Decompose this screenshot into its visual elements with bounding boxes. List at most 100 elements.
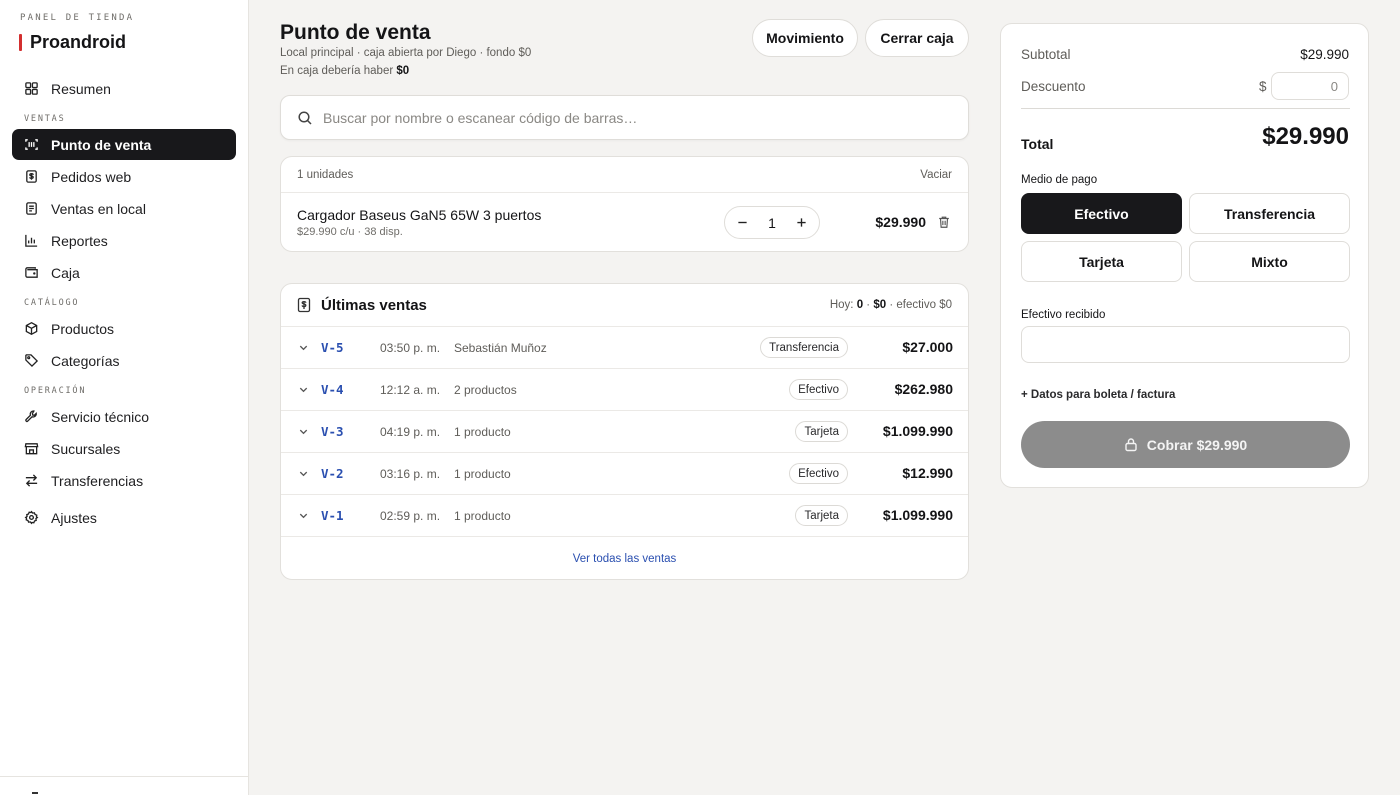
billing-details-link[interactable]: + Datos para boleta / factura — [1021, 389, 1175, 401]
checkout-summary: Subtotal $29.990 Descuento $ Total $29.9… — [1000, 23, 1369, 488]
sidebar-item-label: Categorías — [51, 352, 120, 369]
receipt-icon — [297, 297, 311, 313]
sidebar-item-label: Servicio técnico — [51, 408, 150, 425]
sidebar-item-ventas-en-local[interactable]: Ventas en local — [12, 193, 236, 224]
charge-button[interactable]: Cobrar $29.990 — [1021, 421, 1350, 468]
sale-description: 2 productos — [454, 383, 517, 397]
sale-description: 1 producto — [454, 467, 511, 481]
sale-amount: $262.980 — [894, 381, 953, 397]
sidebar-footer — [0, 776, 248, 795]
sidebar-item-ajustes[interactable]: Ajustes — [12, 502, 236, 533]
sidebar-item-label: Ajustes — [51, 509, 97, 526]
chevron-down-icon — [299, 345, 308, 351]
sidebar-item-resumen[interactable]: Resumen — [12, 73, 236, 104]
close-register-button[interactable]: Cerrar caja — [865, 19, 969, 57]
sale-row[interactable]: V-1 02:59 p. m. 1 producto Tarjeta $1.09… — [281, 495, 968, 537]
nav-section-operacion: OPERACIÓN — [24, 386, 87, 396]
sale-row[interactable]: V-4 12:12 a. m. 2 productos Efectivo $26… — [281, 369, 968, 411]
plus-icon — [797, 218, 807, 227]
recent-sales-card: Últimas ventas Hoy: 0 · $0 · efectivo $0… — [280, 283, 969, 580]
sidebar-item-pedidos-web[interactable]: Pedidos web — [12, 161, 236, 192]
sale-id: V-5 — [321, 340, 344, 355]
total-label: Total — [1021, 136, 1054, 152]
nav-section-ventas: VENTAS — [24, 114, 66, 124]
today-count: 0 — [856, 299, 864, 311]
brand-kicker: PANEL DE TIENDA — [20, 13, 135, 23]
today-stats-prefix: Hoy: — [829, 299, 854, 311]
sidebar-item-label: Caja — [51, 264, 80, 281]
today-stats: Hoy: 0 · $0 · efectivo $0 — [829, 299, 952, 311]
sale-description: Sebastián Muñoz — [454, 341, 547, 355]
subtotal-label: Subtotal — [1021, 47, 1071, 62]
nav-section-catalogo: CATÁLOGO — [24, 298, 80, 308]
payment-method-badge: Tarjeta — [795, 505, 848, 526]
store-icon — [24, 443, 39, 455]
wallet-icon — [25, 267, 38, 278]
cart-item-name: Cargador Baseus GaN5 65W 3 puertos — [297, 207, 542, 223]
sale-row[interactable]: V-3 04:19 p. m. 1 producto Tarjeta $1.09… — [281, 411, 968, 453]
sidebar-item-servicio-tecnico[interactable]: Servicio técnico — [12, 401, 236, 432]
sidebar-item-caja[interactable]: Caja — [12, 257, 236, 288]
sale-time: 03:50 p. m. — [380, 341, 441, 355]
view-all-sales-link[interactable]: Ver todas las ventas — [281, 537, 968, 581]
today-amount: $0 — [873, 299, 887, 311]
brand-name: Proandroid — [30, 32, 127, 52]
quantity-value[interactable]: 1 — [768, 215, 776, 231]
bar-chart-icon — [25, 234, 38, 247]
sidebar-item-label: Sucursales — [51, 440, 121, 457]
sale-amount: $27.000 — [902, 339, 953, 355]
chevron-down-icon — [299, 513, 308, 519]
sale-description: 1 producto — [454, 509, 511, 523]
sidebar-item-label: Punto de venta — [51, 136, 152, 153]
cart-item-meta: $29.990 c/u · 38 disp. — [297, 226, 403, 238]
sale-time: 12:12 a. m. — [380, 383, 441, 397]
brand-accent-bar — [19, 34, 22, 51]
sale-amount: $1.099.990 — [882, 507, 953, 523]
payment-cash-button[interactable]: Efectivo — [1021, 193, 1182, 234]
sale-time: 04:19 p. m. — [380, 425, 441, 439]
sidebar-item-productos[interactable]: Productos — [12, 313, 236, 344]
grid-icon — [25, 82, 38, 95]
wrench-icon — [25, 410, 37, 423]
trash-icon[interactable] — [937, 215, 951, 229]
sidebar-item-transferencias[interactable]: Transferencias — [12, 465, 236, 496]
sale-id: V-1 — [321, 508, 344, 523]
sidebar-item-punto-de-venta[interactable]: Punto de venta — [12, 129, 236, 160]
brand[interactable]: Proandroid — [19, 32, 126, 53]
discount-input[interactable] — [1271, 72, 1349, 100]
sale-time: 03:16 p. m. — [380, 467, 441, 481]
sale-id: V-2 — [321, 466, 344, 481]
arrows-swap-icon — [25, 474, 38, 487]
sidebar-item-reportes[interactable]: Reportes — [12, 225, 236, 256]
cart-units: 1 unidades — [297, 168, 354, 181]
sale-row[interactable]: V-2 03:16 p. m. 1 producto Efectivo $12.… — [281, 453, 968, 495]
recent-sales-header: Últimas ventas Hoy: 0 · $0 · efectivo $0 — [281, 284, 968, 327]
register-subtitle: Local principal · caja abierta por Diego… — [280, 47, 532, 59]
payment-method-badge: Tarjeta — [795, 421, 848, 442]
cart-item: Cargador Baseus GaN5 65W 3 puertos $29.9… — [281, 193, 968, 251]
chevron-down-icon — [299, 429, 308, 435]
payment-card-button[interactable]: Tarjeta — [1021, 241, 1182, 282]
clear-cart-button[interactable]: Vaciar — [920, 169, 952, 181]
decrement-button[interactable] — [735, 216, 749, 230]
increment-button[interactable] — [795, 216, 809, 230]
sale-row[interactable]: V-5 03:50 p. m. Sebastián Muñoz Transfer… — [281, 327, 968, 369]
search-input[interactable] — [323, 109, 923, 126]
cart-card: 1 unidades Vaciar Cargador Baseus GaN5 6… — [280, 156, 969, 252]
sidebar-item-categorias[interactable]: Categorías — [12, 345, 236, 376]
product-search[interactable] — [280, 95, 969, 140]
movement-button[interactable]: Movimiento — [752, 19, 858, 57]
payment-mixed-button[interactable]: Mixto — [1189, 241, 1350, 282]
sale-amount: $12.990 — [902, 465, 953, 481]
page-title: Punto de venta — [280, 21, 431, 44]
payment-transfer-button[interactable]: Transferencia — [1189, 193, 1350, 234]
today-cash: efectivo $0 — [896, 299, 952, 311]
payment-method-label: Medio de pago — [1021, 174, 1098, 186]
sidebar-item-label: Productos — [51, 320, 115, 337]
sidebar-item-sucursales[interactable]: Sucursales — [12, 433, 236, 464]
sale-description: 1 producto — [454, 425, 511, 439]
payment-method-badge: Transferencia — [760, 337, 848, 358]
cash-received-input[interactable] — [1021, 326, 1350, 363]
sidebar-item-label: Ventas en local — [51, 200, 146, 217]
sale-id: V-4 — [321, 382, 344, 397]
